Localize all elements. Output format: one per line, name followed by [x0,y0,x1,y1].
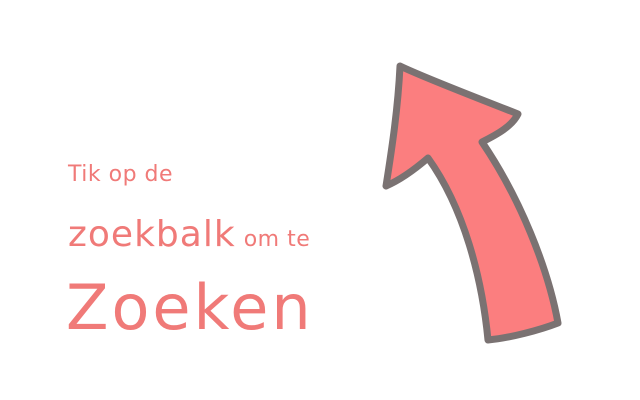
arrow-up-curved-icon [382,62,562,344]
hint-in-order-to: om te [243,227,311,252]
hint-search-word: Zoeken [66,271,314,344]
search-hint-overlay: Tik op de zoekbalk om te Zoeken [0,0,640,400]
hint-line-search-bar: zoekbalk om te [68,210,310,266]
hint-line-tap-on-the: Tik op de [68,162,174,187]
hint-search-bar-word: zoekbalk [68,214,236,255]
